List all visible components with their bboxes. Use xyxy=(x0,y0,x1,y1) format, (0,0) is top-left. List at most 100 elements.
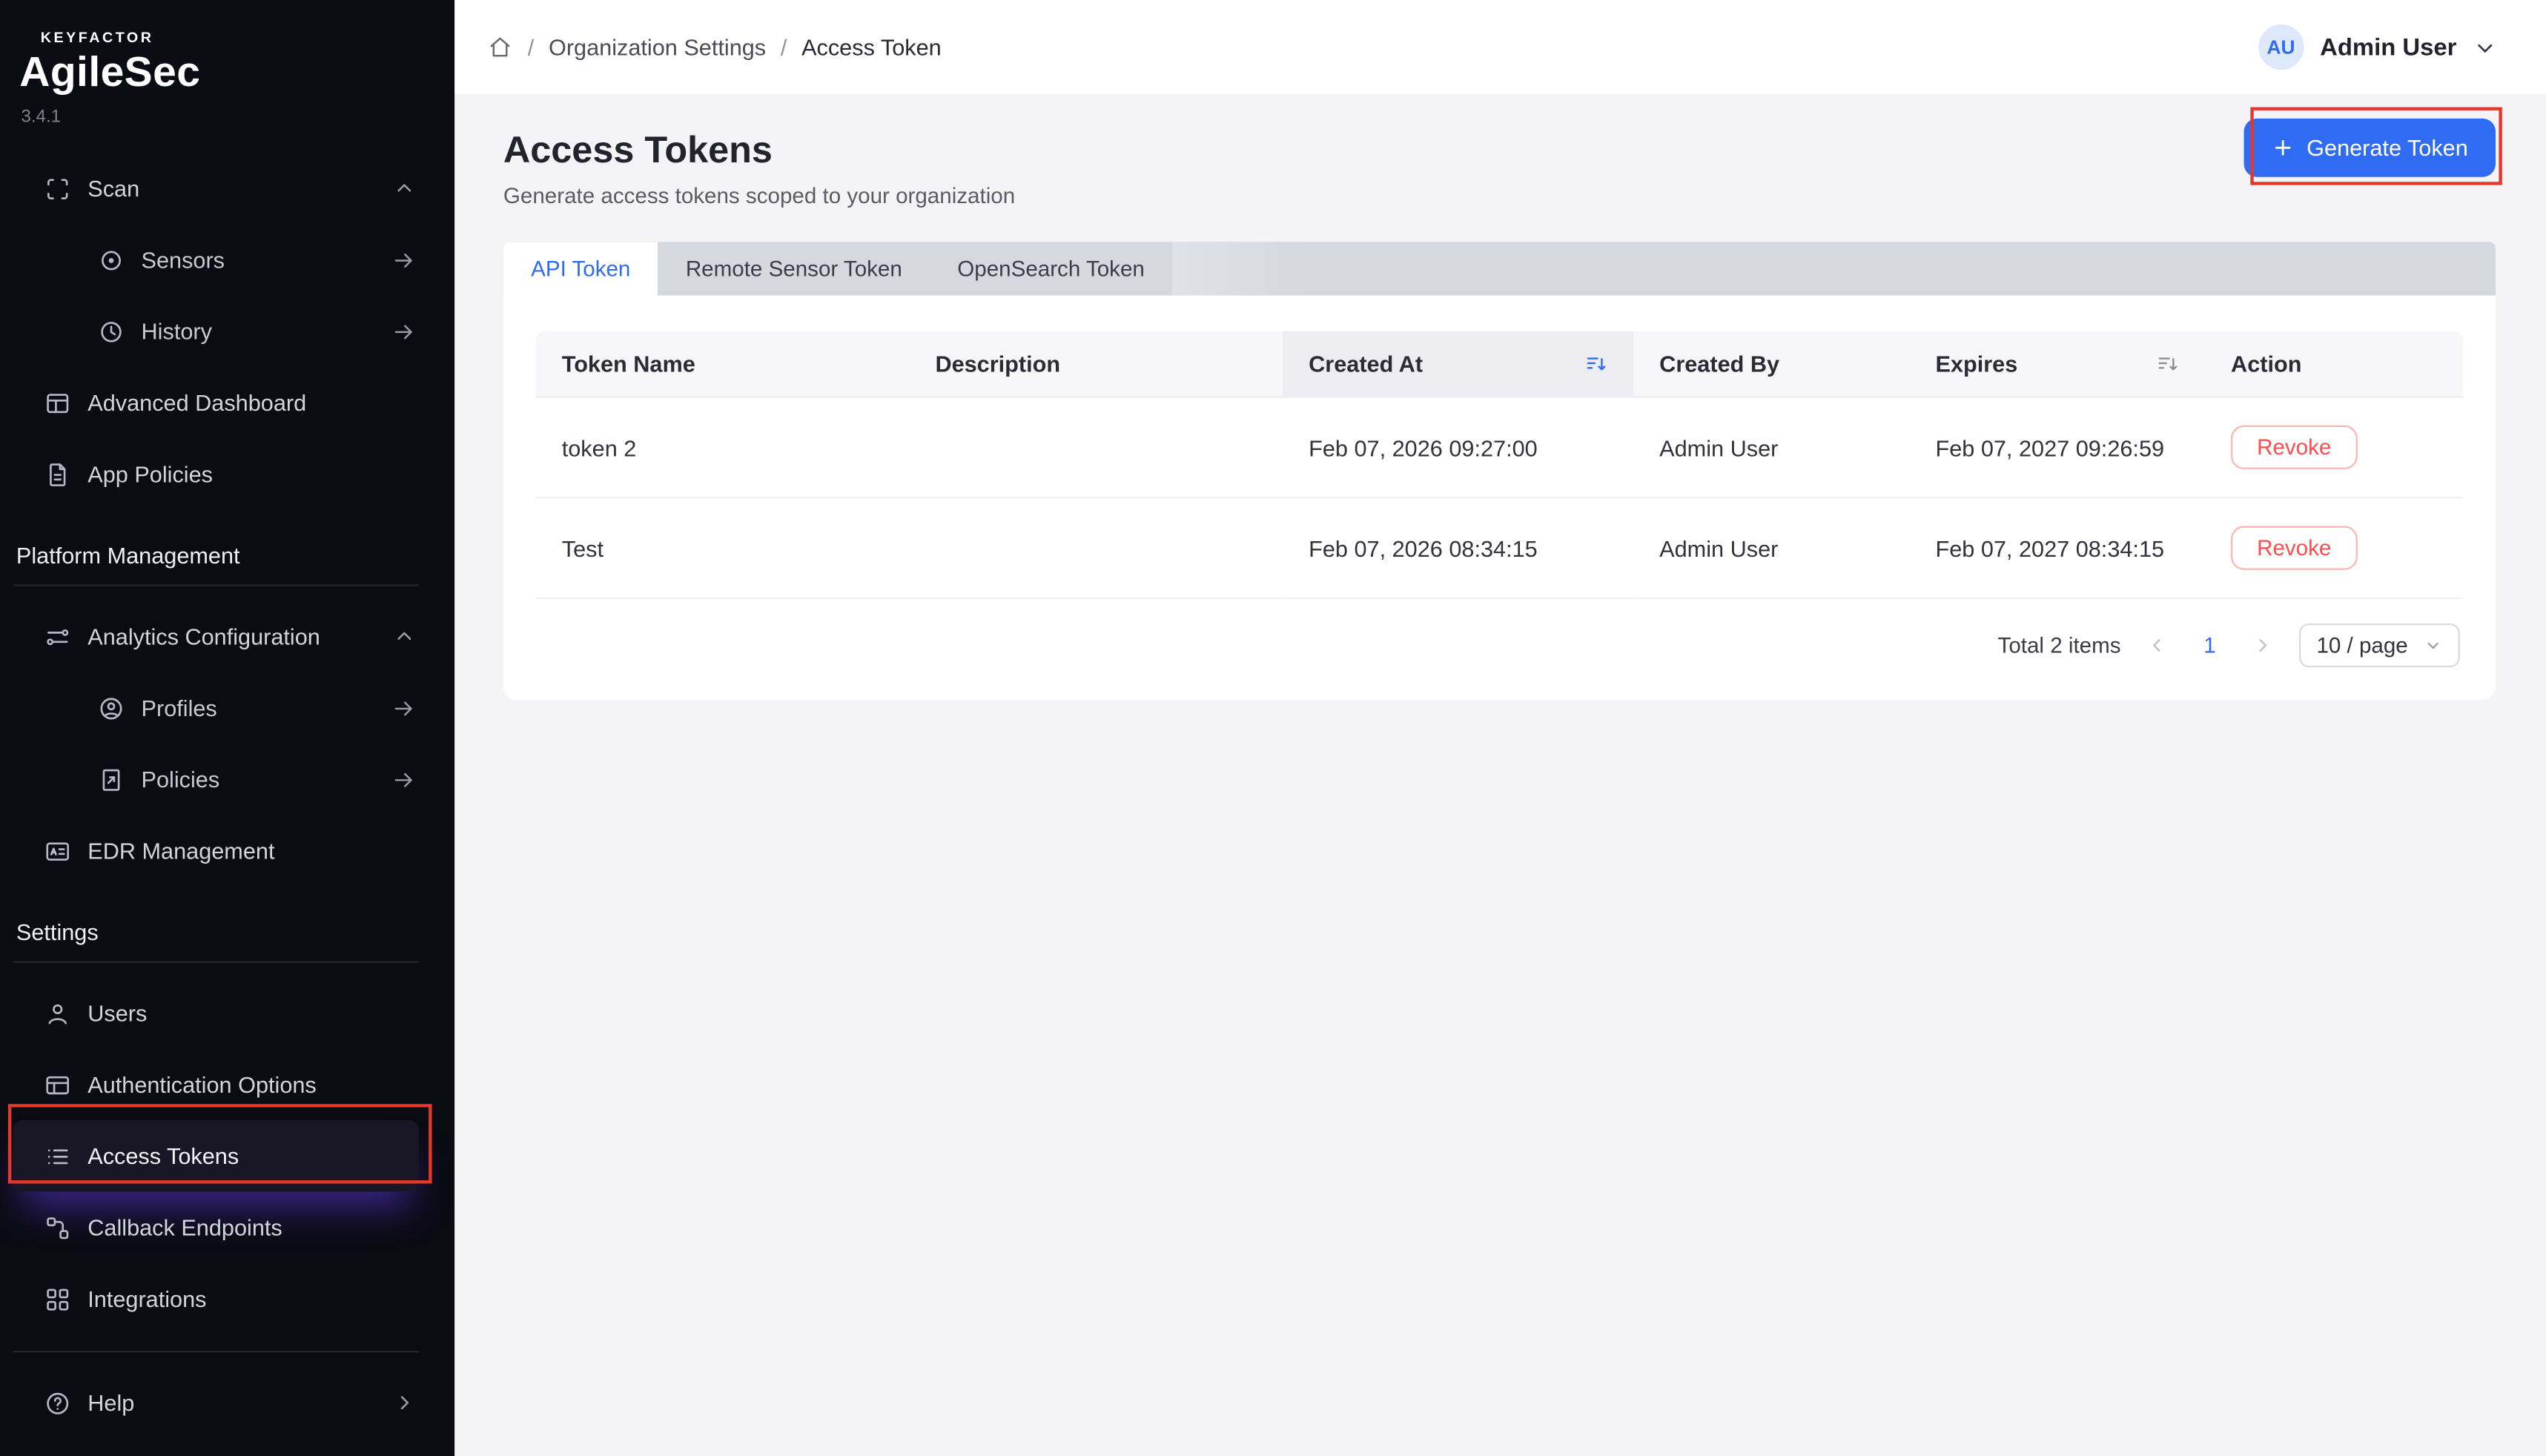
sidebar-item-help[interactable]: Help xyxy=(0,1367,454,1438)
cell-expires: Feb 07, 2027 09:26:59 xyxy=(1909,397,2205,497)
sidebar-divider xyxy=(13,1351,420,1352)
col-header-description: Description xyxy=(909,331,1283,397)
sidebar-bottom: Help xyxy=(0,1334,454,1438)
sidebar-item-label: EDR Management xyxy=(87,838,415,864)
sidebar-item-sensors[interactable]: Sensors xyxy=(0,224,454,295)
dashboard-icon xyxy=(44,389,71,417)
sidebar-item-integrations[interactable]: Integrations xyxy=(0,1263,454,1334)
breadcrumb-access-token: Access Token xyxy=(801,34,942,60)
network-nodes-icon xyxy=(44,1214,71,1241)
sliders-icon xyxy=(44,623,71,650)
pagination-page-1[interactable]: 1 xyxy=(2194,633,2226,658)
breadcrumb-separator: / xyxy=(781,34,787,60)
revoke-button[interactable]: Revoke xyxy=(2231,526,2357,570)
brand-version: 3.4.1 xyxy=(21,107,434,127)
sidebar: KEYFACTOR AgileSec 3.4.1 Scan Sensors xyxy=(0,0,454,1456)
sort-icon[interactable] xyxy=(2156,352,2179,375)
brand-block: KEYFACTOR AgileSec 3.4.1 xyxy=(0,0,454,127)
sidebar-item-users[interactable]: Users xyxy=(0,977,454,1048)
sidebar-item-label: Scan xyxy=(87,176,393,202)
sidebar-item-authentication-options[interactable]: Authentication Options xyxy=(0,1049,454,1120)
user-menu[interactable]: AU Admin User xyxy=(2258,24,2497,70)
section-platform-management: Platform Management xyxy=(0,542,454,568)
sidebar-item-label: Access Tokens xyxy=(87,1143,393,1169)
apps-grid-icon xyxy=(44,1285,71,1312)
tab-opensearch-token[interactable]: OpenSearch Token xyxy=(930,242,1172,295)
policy-document-icon xyxy=(97,766,125,793)
list-icon xyxy=(44,1142,71,1170)
col-header-label: Created At xyxy=(1309,351,1423,377)
chevron-right-icon[interactable] xyxy=(393,1392,416,1414)
sensor-icon xyxy=(97,246,125,274)
page-head: Access Tokens Generate access tokens sco… xyxy=(454,94,2546,208)
table-row: token 2 Feb 07, 2026 09:27:00 Admin User… xyxy=(536,397,2464,497)
chevron-up-icon[interactable] xyxy=(393,625,416,648)
page-size-select[interactable]: 10 / page xyxy=(2298,623,2459,667)
sidebar-item-edr-management[interactable]: EDR Management xyxy=(0,815,454,886)
pagination-prev-button[interactable] xyxy=(2140,635,2175,655)
arrow-right-icon[interactable] xyxy=(391,319,416,343)
arrow-right-icon[interactable] xyxy=(391,767,416,792)
col-header-expires[interactable]: Expires xyxy=(1909,331,2205,397)
scan-icon xyxy=(44,174,71,202)
home-icon[interactable] xyxy=(487,34,513,60)
revoke-button[interactable]: Revoke xyxy=(2231,426,2357,469)
cell-token-name: Test xyxy=(536,497,910,598)
sidebar-item-scan[interactable]: Scan xyxy=(0,153,454,224)
sidebar-item-label: Profiles xyxy=(142,695,391,721)
sidebar-item-callback-endpoints[interactable]: Callback Endpoints xyxy=(0,1191,454,1263)
col-header-label: Expires xyxy=(1935,351,2017,377)
generate-token-button[interactable]: Generate Token xyxy=(2244,119,2496,177)
sidebar-item-history[interactable]: History xyxy=(0,296,454,367)
chevron-down-icon xyxy=(2424,636,2442,654)
pagination-next-button[interactable] xyxy=(2245,635,2279,655)
sort-descending-icon[interactable] xyxy=(1584,352,1607,375)
arrow-right-icon[interactable] xyxy=(391,248,416,272)
tab-api-token[interactable]: API Token xyxy=(503,242,658,295)
cell-created-at: Feb 07, 2026 08:34:15 xyxy=(1283,497,1633,598)
auth-table-icon xyxy=(44,1071,71,1098)
help-icon xyxy=(44,1389,71,1417)
badge-card-icon xyxy=(44,837,71,864)
col-header-created-by: Created By xyxy=(1633,331,1909,397)
arrow-right-icon[interactable] xyxy=(391,695,416,720)
tab-remote-sensor-token[interactable]: Remote Sensor Token xyxy=(658,242,930,295)
page-size-value: 10 / page xyxy=(2316,633,2407,658)
page-subtitle: Generate access tokens scoped to your or… xyxy=(503,183,2496,208)
sidebar-item-label: Sensors xyxy=(142,247,391,273)
history-icon xyxy=(97,317,125,345)
col-header-created-at[interactable]: Created At xyxy=(1283,331,1633,397)
avatar: AU xyxy=(2258,24,2304,70)
sidebar-item-access-tokens[interactable]: Access Tokens xyxy=(13,1120,420,1191)
col-header-action: Action xyxy=(2205,331,2463,397)
col-header-token-name: Token Name xyxy=(536,331,910,397)
breadcrumb-organization-settings[interactable]: Organization Settings xyxy=(549,34,766,60)
generate-token-label: Generate Token xyxy=(2307,135,2468,161)
cell-action: Revoke xyxy=(2205,397,2463,497)
cell-token-name: token 2 xyxy=(536,397,910,497)
sidebar-item-profiles[interactable]: Profiles xyxy=(0,672,454,744)
page-title: Access Tokens xyxy=(503,128,2496,172)
cell-description xyxy=(909,397,1283,497)
cell-created-by: Admin User xyxy=(1633,497,1909,598)
sidebar-item-advanced-dashboard[interactable]: Advanced Dashboard xyxy=(0,367,454,438)
chevron-down-icon xyxy=(2473,35,2497,59)
tokens-card: Token Name Description Created At Create… xyxy=(503,296,2496,700)
sidebar-item-analytics-configuration[interactable]: Analytics Configuration xyxy=(0,600,454,672)
chevron-up-icon[interactable] xyxy=(393,177,416,200)
user-icon xyxy=(44,999,71,1027)
sidebar-item-policies[interactable]: Policies xyxy=(0,744,454,815)
cell-description xyxy=(909,497,1283,598)
table-header-row: Token Name Description Created At Create… xyxy=(536,331,2464,397)
sidebar-item-app-policies[interactable]: App Policies xyxy=(0,438,454,509)
sidebar-divider xyxy=(13,961,420,962)
sidebar-item-label: Users xyxy=(87,1000,415,1026)
total-items-label: Total 2 items xyxy=(1998,633,2121,658)
table-row: Test Feb 07, 2026 08:34:15 Admin User Fe… xyxy=(536,497,2464,598)
sidebar-item-label: Policies xyxy=(142,767,391,792)
sidebar-divider xyxy=(13,584,420,586)
app-window: KEYFACTOR AgileSec 3.4.1 Scan Sensors xyxy=(0,0,2546,1456)
sidebar-item-label: Analytics Configuration xyxy=(87,623,393,649)
user-name: Admin User xyxy=(2320,33,2456,61)
cell-created-by: Admin User xyxy=(1633,397,1909,497)
